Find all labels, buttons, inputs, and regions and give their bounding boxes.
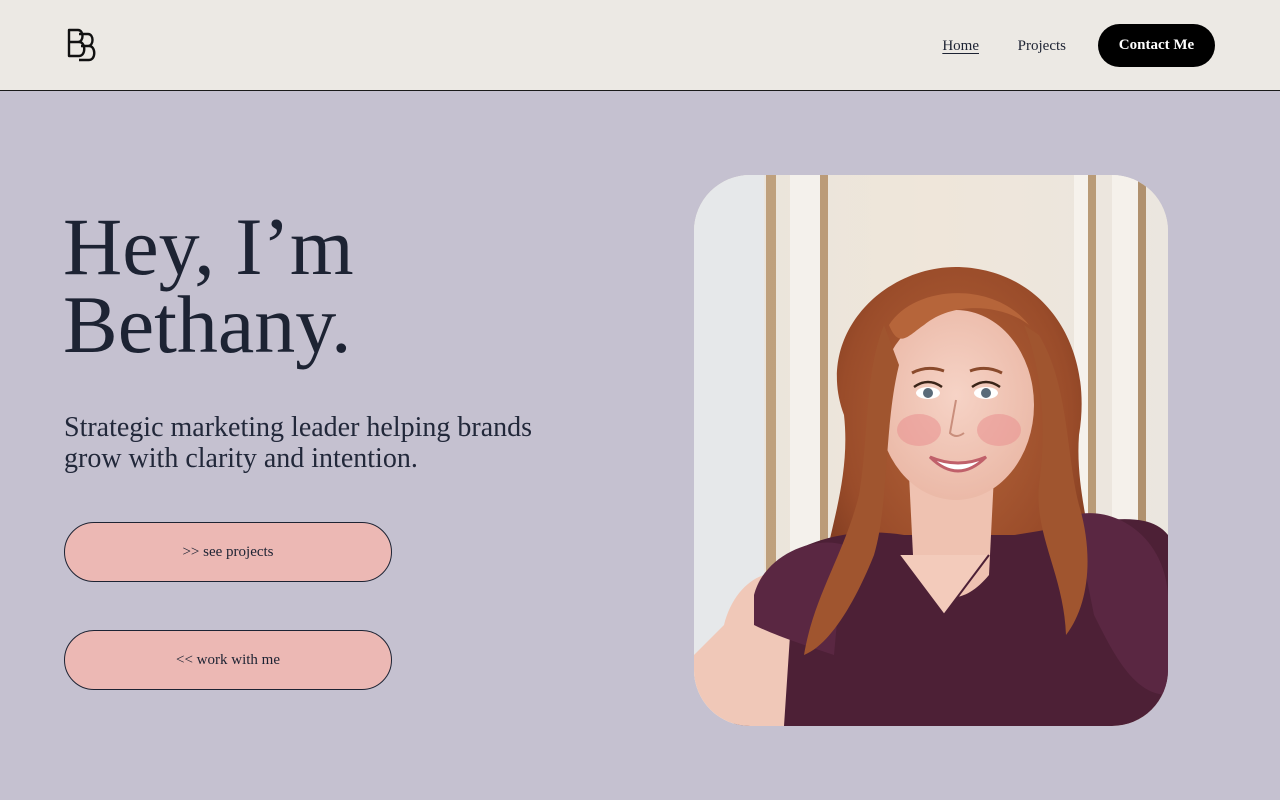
portrait-photo <box>694 175 1168 726</box>
site-header: Home Projects Contact Me <box>0 0 1280 91</box>
hero-headline: Hey, I’m Bethany. <box>63 201 354 370</box>
headline-line-1: Hey, I’m <box>63 201 354 292</box>
contact-me-button[interactable]: Contact Me <box>1098 24 1215 67</box>
hero-tagline: Strategic marketing leader helping brand… <box>64 412 533 474</box>
headline-line-2: Bethany. <box>63 279 352 370</box>
see-projects-button[interactable]: >> see projects <box>64 522 392 582</box>
portrait-illustration <box>694 175 1168 726</box>
nav-projects-link[interactable]: Projects <box>1018 37 1066 55</box>
nav-home-link[interactable]: Home <box>942 37 979 55</box>
bb-monogram-logo[interactable] <box>66 27 102 63</box>
work-with-me-button[interactable]: << work with me <box>64 630 392 690</box>
